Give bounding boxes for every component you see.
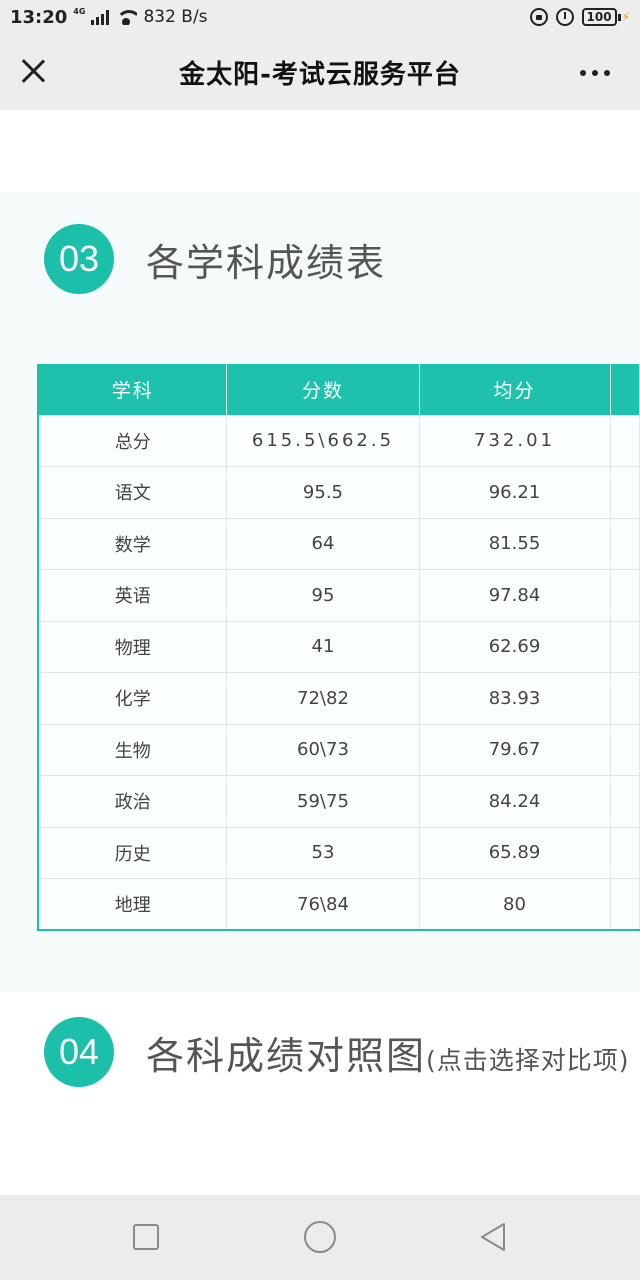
cell-overflow (610, 517, 640, 570)
cell-score: 59\75 (226, 775, 420, 827)
header-score: 分数 (226, 364, 420, 415)
cell-score: 53 (226, 826, 420, 879)
cell-overflow (610, 826, 640, 879)
cell-overflow (610, 775, 640, 827)
section4-title-note[interactable]: (点击选择对比项) (426, 1046, 630, 1075)
section4-number-badge: 04 (44, 1017, 114, 1087)
cell-score: 64 (226, 517, 420, 570)
page-title: 金太阳-考试云服务平台 (179, 59, 461, 90)
cell-subject: 历史 (38, 826, 228, 879)
cell-subject: 地理 (38, 878, 228, 930)
cell-score: 615.5\662.5 (226, 414, 420, 467)
cell-average: 96.21 (419, 466, 611, 518)
cell-overflow (610, 466, 640, 518)
cell-average: 80 (419, 878, 611, 930)
table-row: 政治 59\75 84.24 (38, 775, 640, 827)
cell-average: 62.69 (419, 620, 611, 673)
wifi-icon (115, 9, 138, 25)
section3-title: 各学科成绩表 (146, 240, 387, 285)
alarm-icon (555, 8, 574, 26)
home-icon[interactable] (304, 1221, 336, 1253)
battery-icon: 100 ⚡ (581, 8, 630, 26)
status-time: 13:20 (10, 6, 68, 28)
cell-average: 81.55 (419, 517, 611, 570)
status-left: 13:20 4G 832 B/s (10, 7, 208, 28)
close-icon[interactable] (20, 58, 46, 84)
cell-subject: 数学 (38, 517, 228, 570)
cell-score: 76\84 (226, 878, 420, 930)
battery-level: 100 (581, 8, 617, 26)
table-row: 英语 95 97.84 (38, 569, 640, 621)
cell-average: 97.84 (419, 569, 611, 621)
cell-subject: 生物 (38, 723, 228, 776)
table-row: 总分 615.5\662.5 732.01 (38, 414, 640, 467)
cell-subject: 物理 (38, 620, 228, 673)
table-row: 化学 72\82 83.93 (38, 672, 640, 724)
header-overflow (610, 364, 640, 415)
cell-average: 65.89 (419, 826, 611, 879)
nav-bar: 金太阳-考试云服务平台 (0, 34, 640, 110)
section4-title-text: 各科成绩对照图 (146, 1033, 427, 1078)
status-bar: 13:20 4G 832 B/s 100 ⚡ (0, 0, 640, 34)
battery-tip (617, 13, 621, 21)
cell-average: 84.24 (419, 775, 611, 827)
table-row: 生物 60\73 79.67 (38, 723, 640, 776)
network-speed: 832 B/s (143, 7, 208, 27)
cell-overflow (610, 878, 640, 930)
cell-score: 60\73 (226, 723, 420, 776)
table-row: 历史 53 65.89 (38, 826, 640, 879)
page-content[interactable]: 03 各学科成绩表 学科 分数 均分 总分 615.5\662.5 732.01 (0, 110, 640, 1195)
charging-icon: ⚡ (621, 10, 630, 24)
cell-average: 79.67 (419, 723, 611, 776)
rotation-lock-icon (529, 8, 548, 26)
system-nav-bar (0, 1195, 640, 1280)
table-row: 语文 95.5 96.21 (38, 466, 640, 518)
header-subject: 学科 (38, 364, 228, 415)
cell-score: 72\82 (226, 672, 420, 724)
section3-number-badge: 03 (44, 224, 114, 294)
cell-subject: 总分 (38, 414, 228, 467)
section3-header: 03 各学科成绩表 (44, 224, 386, 294)
cell-overflow (610, 620, 640, 673)
cell-subject: 政治 (38, 775, 228, 827)
header-average: 均分 (419, 364, 611, 415)
cell-score: 41 (226, 620, 420, 673)
cell-subject: 语文 (38, 466, 228, 518)
more-options-icon[interactable] (580, 70, 610, 76)
cell-subject: 化学 (38, 672, 228, 724)
cell-overflow (610, 569, 640, 621)
section4-title: 各科成绩对照图(点击选择对比项) (146, 1025, 630, 1080)
table-header-row: 学科 分数 均分 (38, 364, 640, 415)
signal-icon (91, 9, 110, 25)
back-icon[interactable] (478, 1221, 508, 1253)
status-right: 100 ⚡ (529, 8, 630, 26)
cell-average: 732.01 (419, 414, 611, 467)
cell-score: 95.5 (226, 466, 420, 518)
cell-subject: 英语 (38, 569, 228, 621)
cell-score: 95 (226, 569, 420, 621)
section-subject-scores: 03 各学科成绩表 学科 分数 均分 总分 615.5\662.5 732.01 (0, 192, 640, 992)
section4-header[interactable]: 04 各科成绩对照图(点击选择对比项) (44, 1017, 630, 1087)
table-row: 数学 64 81.55 (38, 517, 640, 570)
cell-average: 83.93 (419, 672, 611, 724)
table-row: 物理 41 62.69 (38, 620, 640, 673)
score-table: 学科 分数 均分 总分 615.5\662.5 732.01 语文 95.5 9… (37, 364, 640, 931)
cell-overflow (610, 672, 640, 724)
recent-apps-icon[interactable] (133, 1224, 159, 1250)
table-row: 地理 76\84 80 (38, 878, 640, 930)
cell-overflow (610, 414, 640, 467)
cell-overflow (610, 723, 640, 776)
network-type: 4G (73, 6, 86, 16)
